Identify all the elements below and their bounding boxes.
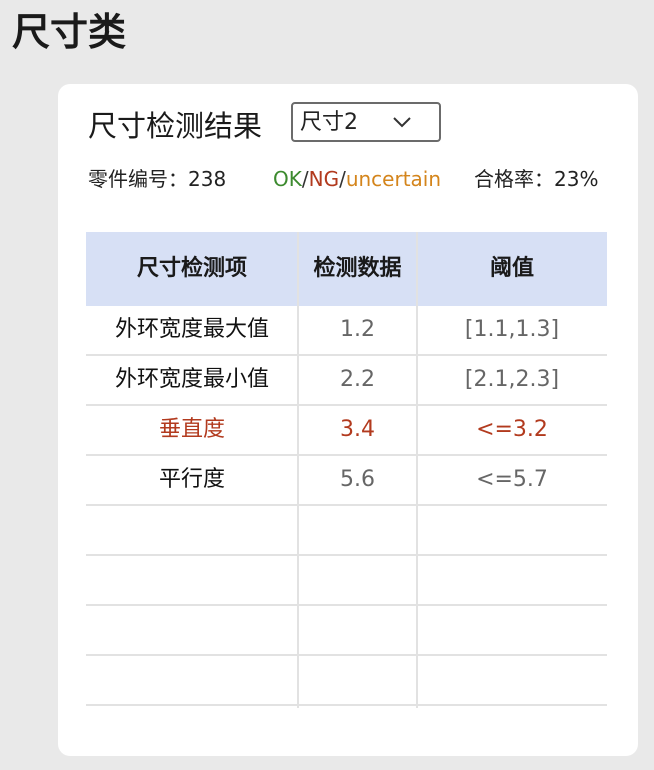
pass-rate: 合格率：23% (474, 164, 598, 194)
cell-data: 1.2 (340, 317, 375, 342)
dimension-select[interactable]: 尺寸2 (291, 102, 441, 142)
cell-item (86, 656, 298, 706)
cell-threshold: [1.1,1.3] (464, 317, 560, 342)
results-table: 尺寸检测项 检测数据 阈值 外环宽度最大值 1.2 [1.1,1.3] 外环宽度最小值… (86, 232, 607, 708)
cell-item (86, 556, 298, 606)
table-row: 平行度 5.6 <=5.7 (86, 456, 607, 506)
cell-item: 外环宽度最大值 (114, 317, 269, 342)
cell-item (86, 606, 298, 656)
cell-data: 3.4 (340, 417, 375, 442)
cell-data: 5.6 (340, 467, 375, 492)
cell-data (298, 606, 417, 656)
table-row: 垂直度 3.4 <=3.2 (86, 406, 607, 456)
legend-ok: OK (273, 167, 302, 191)
cell-threshold (417, 556, 607, 606)
cell-threshold: <=3.2 (476, 417, 548, 442)
legend-uncertain: uncertain (345, 167, 442, 191)
pass-rate-value: 23% (554, 167, 599, 191)
table-row: 外环宽度最大值 1.2 [1.1,1.3] (86, 306, 607, 356)
status-legend: OK/NG/uncertain (273, 164, 441, 194)
header-threshold: 阈值 (489, 256, 534, 281)
legend-separator: / (301, 167, 309, 191)
legend-ng: NG (308, 167, 340, 191)
part-number: 零件编号：238 (88, 164, 226, 194)
part-number-label: 零件编号： (88, 167, 188, 191)
cell-data (298, 656, 417, 706)
table-row (86, 606, 607, 656)
cell-item (86, 506, 298, 556)
cell-item: 垂直度 (158, 417, 225, 442)
column-divider (297, 232, 299, 708)
cell-threshold (417, 656, 607, 706)
part-number-value: 238 (188, 167, 227, 191)
select-value: 尺寸2 (300, 110, 358, 135)
column-divider (416, 232, 418, 708)
cell-data: 2.2 (340, 367, 375, 392)
cell-item: 外环宽度最小值 (114, 367, 269, 392)
info-row: 零件编号：238 OK/NG/uncertain 合格率：23% (58, 164, 638, 194)
card-title: 尺寸检测结果 (88, 109, 263, 143)
chevron-down-icon (393, 117, 411, 128)
cell-item: 平行度 (158, 467, 225, 492)
table-row (86, 556, 607, 606)
cell-data (298, 506, 417, 556)
cell-threshold: <=5.7 (476, 467, 548, 492)
cell-threshold: [2.1,2.3] (464, 367, 560, 392)
pass-rate-label: 合格率： (474, 167, 554, 191)
table-row (86, 506, 607, 556)
table-row (86, 656, 607, 706)
inspection-card: 尺寸检测结果 尺寸2 零件编号：238 OK/NG/uncertain 合格率：… (58, 84, 638, 756)
cell-data (298, 556, 417, 606)
page-title: 尺寸类 (12, 10, 127, 54)
cell-threshold (417, 606, 607, 656)
legend-separator: / (339, 167, 346, 191)
table-row: 外环宽度最小值 2.2 [2.1,2.3] (86, 356, 607, 406)
header-data: 检测数据 (313, 256, 402, 281)
table-header: 尺寸检测项 检测数据 阈值 (86, 232, 607, 306)
header-item: 尺寸检测项 (136, 256, 247, 281)
cell-threshold (417, 506, 607, 556)
